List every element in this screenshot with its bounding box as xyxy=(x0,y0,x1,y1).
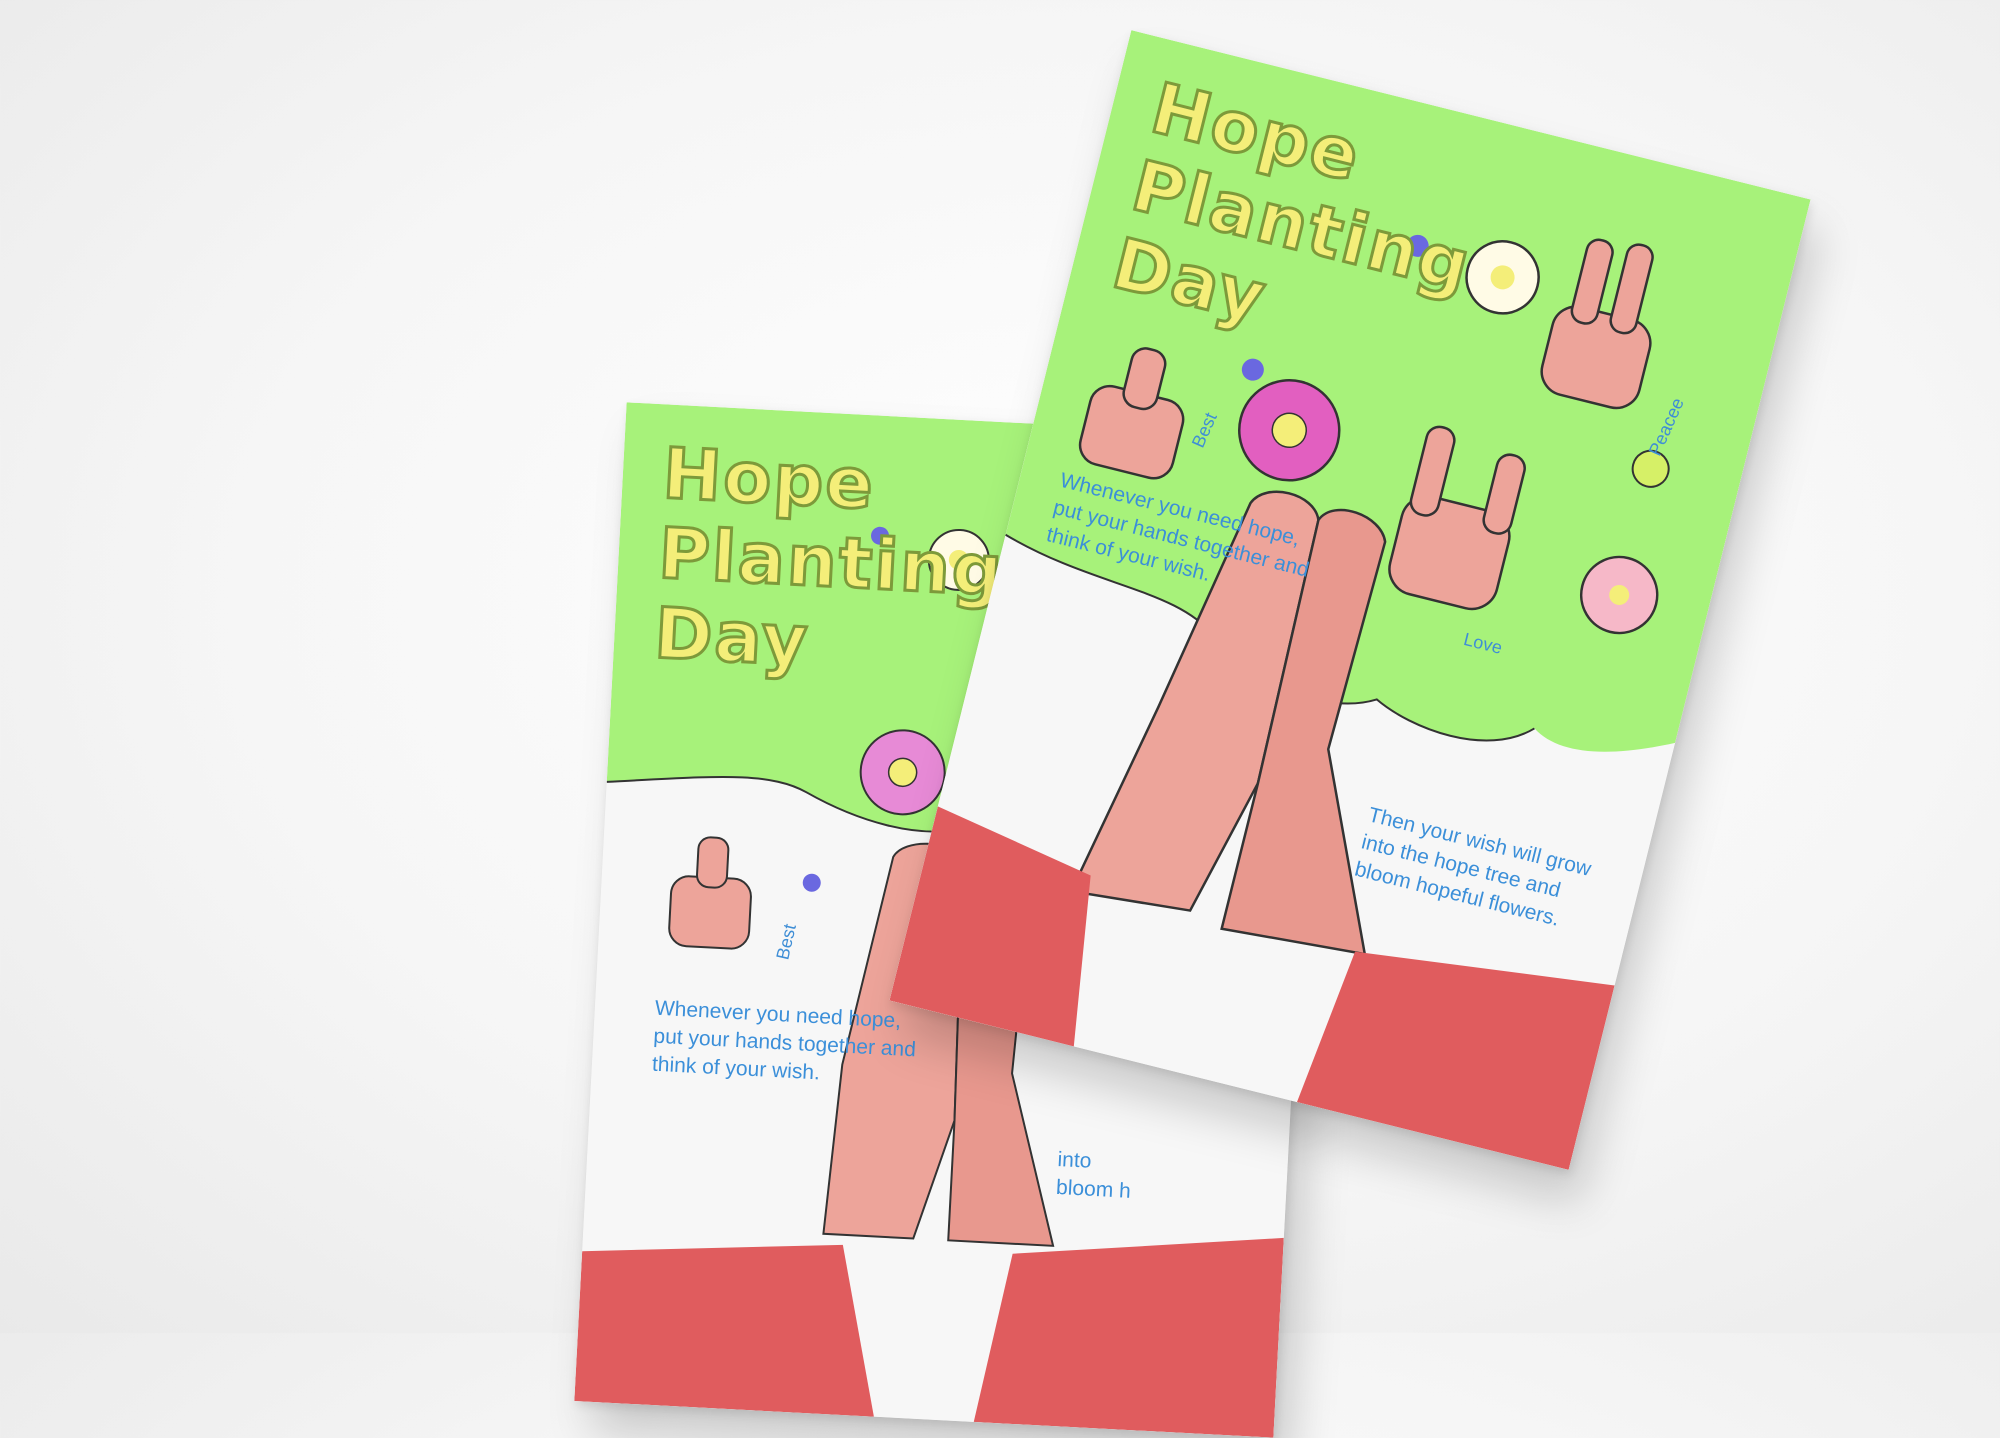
back-title-line-1: Hope xyxy=(659,431,878,527)
back-title-line-3: Day xyxy=(651,591,813,684)
back-text-bottom: into bloom h xyxy=(1055,1147,1132,1203)
flyer-front: Hope Planting Day Best Peacee Love Whene… xyxy=(889,30,1811,1170)
back-text-top: Whenever you need hope, put your hands t… xyxy=(651,996,917,1085)
